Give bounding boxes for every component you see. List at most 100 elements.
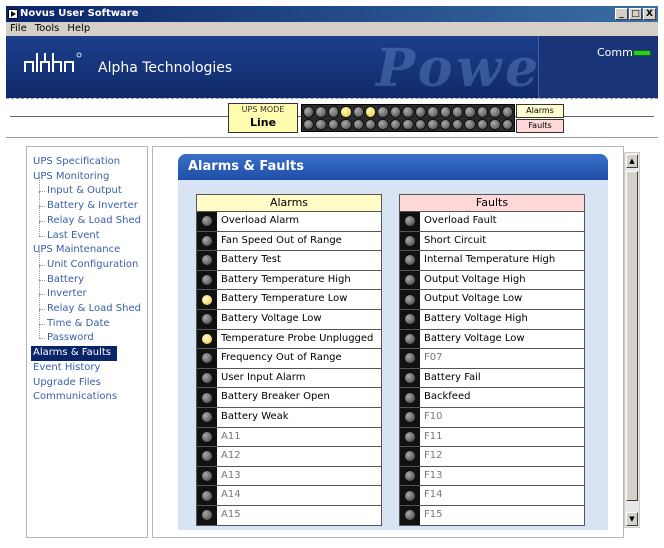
maximize-button[interactable]: □ <box>629 8 642 20</box>
status-led-icon <box>405 275 415 286</box>
menu-help[interactable]: Help <box>67 22 90 36</box>
sidebar-item-relay-load-shed[interactable]: Relay & Load Shed <box>27 206 147 229</box>
sidebar-item-input-output[interactable]: Input & Output <box>27 177 147 199</box>
minimize-button[interactable]: _ <box>615 8 628 20</box>
status-led-icon <box>405 510 415 521</box>
sidebar-item-upgrade-files[interactable]: Upgrade Files <box>27 376 147 391</box>
status-led-icon <box>202 510 212 521</box>
status-led-icon <box>405 451 415 462</box>
status-led-icon <box>405 412 415 423</box>
status-led-icon <box>414 106 427 118</box>
window-controls: _ □ X <box>615 8 656 20</box>
alarm-row: Battery Weak <box>196 407 382 428</box>
sidebar-item-ups-monitoring[interactable]: UPS Monitoring <box>27 170 147 185</box>
menu-file[interactable]: File <box>10 22 27 36</box>
sidebar-item-relay-load-shed[interactable]: Relay & Load Shed <box>27 295 147 317</box>
fault-led-cell <box>400 447 420 466</box>
sidebar-item-password[interactable]: Password <box>27 324 147 346</box>
status-led-icon <box>202 216 212 227</box>
alarms-tag: Alarms <box>516 104 564 118</box>
sidebar-item-inverter[interactable]: Inverter <box>27 280 147 302</box>
alarm-led-cell <box>197 212 217 231</box>
sidebar-item-time-date[interactable]: Time & Date <box>27 309 147 332</box>
alarm-led-cell <box>197 251 217 270</box>
scroll-up-icon[interactable]: ▲ <box>626 154 638 168</box>
status-led-icon <box>202 412 212 423</box>
status-led-icon <box>439 106 451 118</box>
fault-row: Output Voltage High <box>399 270 585 291</box>
fault-led-cell <box>400 407 420 427</box>
title-bar[interactable]: Novus User Software _ □ X <box>6 6 658 22</box>
alarm-row: A12 <box>196 447 382 467</box>
status-led-icon <box>303 106 315 118</box>
alarm-label: Frequency Out of Range <box>221 352 342 364</box>
fault-led-cell <box>400 368 420 388</box>
status-led-icon <box>202 431 212 442</box>
menu-tools[interactable]: Tools <box>35 22 60 36</box>
fault-label: Battery Fail <box>424 371 481 383</box>
status-led-icon <box>405 333 415 344</box>
status-led-icon <box>389 118 402 130</box>
comm-status: Comm <box>538 36 658 98</box>
status-led-icon <box>405 216 415 227</box>
fault-led-cell <box>400 505 420 525</box>
status-led-icon <box>464 106 476 118</box>
header-banner: Alpha Technologies Power Comm <box>6 36 658 98</box>
alarm-label: A13 <box>221 469 241 481</box>
fault-led-cell <box>400 349 420 368</box>
alarm-row: A14 <box>196 486 382 506</box>
sidebar-item-battery-inverter[interactable]: Battery & Inverter <box>27 192 147 214</box>
alarm-label: User Input Alarm <box>221 371 306 383</box>
status-led-icon <box>451 118 464 130</box>
status-led-icon <box>365 118 377 130</box>
fault-label: F10 <box>424 410 443 422</box>
alarm-row: Fan Speed Out of Range <box>196 231 382 252</box>
sidebar-item-ups-specification[interactable]: UPS Specification <box>27 155 147 170</box>
fault-row: Battery Voltage Low <box>399 329 585 350</box>
status-led-icon <box>377 106 389 118</box>
app-icon <box>8 9 18 19</box>
ups-mode-value: Line <box>249 116 277 129</box>
page-title: Alarms & Faults <box>178 154 608 180</box>
sidebar-item-communications[interactable]: Communications <box>27 390 147 405</box>
sidebar-item-unit-configuration[interactable]: Unit Configuration <box>27 251 147 273</box>
sidebar-item-event-history[interactable]: Event History <box>27 361 147 376</box>
sidebar-item-last-event[interactable]: Last Event <box>27 221 147 244</box>
status-led-icon <box>451 106 464 118</box>
fault-row: F15 <box>399 505 585 526</box>
fault-label: Output Voltage Low <box>424 293 523 305</box>
fault-row: F11 <box>399 427 585 448</box>
alarm-label: Battery Breaker Open <box>221 391 330 403</box>
status-led-icon <box>202 353 212 364</box>
fault-row: Short Circuit <box>399 231 585 252</box>
status-led-icon <box>315 118 327 130</box>
status-led-icon <box>303 118 315 130</box>
status-led-icon <box>427 118 439 130</box>
scroll-thumb[interactable] <box>626 171 638 501</box>
close-button[interactable]: X <box>643 8 656 20</box>
scroll-down-icon[interactable]: ▼ <box>626 512 638 526</box>
menu-bar: File Tools Help <box>6 22 658 36</box>
alarm-led-cell <box>197 309 217 329</box>
fault-led-cell <box>400 466 420 486</box>
status-led-icon <box>501 118 513 130</box>
status-led-icon <box>476 118 489 130</box>
status-led-icon <box>489 106 501 118</box>
alarm-label: Battery Test <box>221 254 281 266</box>
fault-label: F12 <box>424 450 443 462</box>
sidebar-item-battery[interactable]: Battery <box>27 265 147 288</box>
status-led-icon <box>405 490 415 501</box>
status-led-icon <box>352 106 365 118</box>
status-led-icon <box>405 431 415 442</box>
fault-led-cell <box>400 251 420 270</box>
sidebar-item-ups-maintenance[interactable]: UPS Maintenance <box>27 243 147 258</box>
vertical-scrollbar[interactable]: ▲ ▼ <box>624 152 640 528</box>
status-led-icon <box>377 118 389 130</box>
alarm-row: Battery Temperature Low <box>196 290 382 310</box>
sidebar-item-alarms-faults[interactable]: Alarms & Faults <box>31 346 117 361</box>
alarm-row: A15 <box>196 505 382 526</box>
status-led-icon <box>405 235 415 246</box>
alarms-column: Alarms Overload Alarm Fan Speed Out of Ra… <box>196 194 382 526</box>
alarm-label: A15 <box>221 508 241 520</box>
comm-led-icon <box>633 50 651 56</box>
